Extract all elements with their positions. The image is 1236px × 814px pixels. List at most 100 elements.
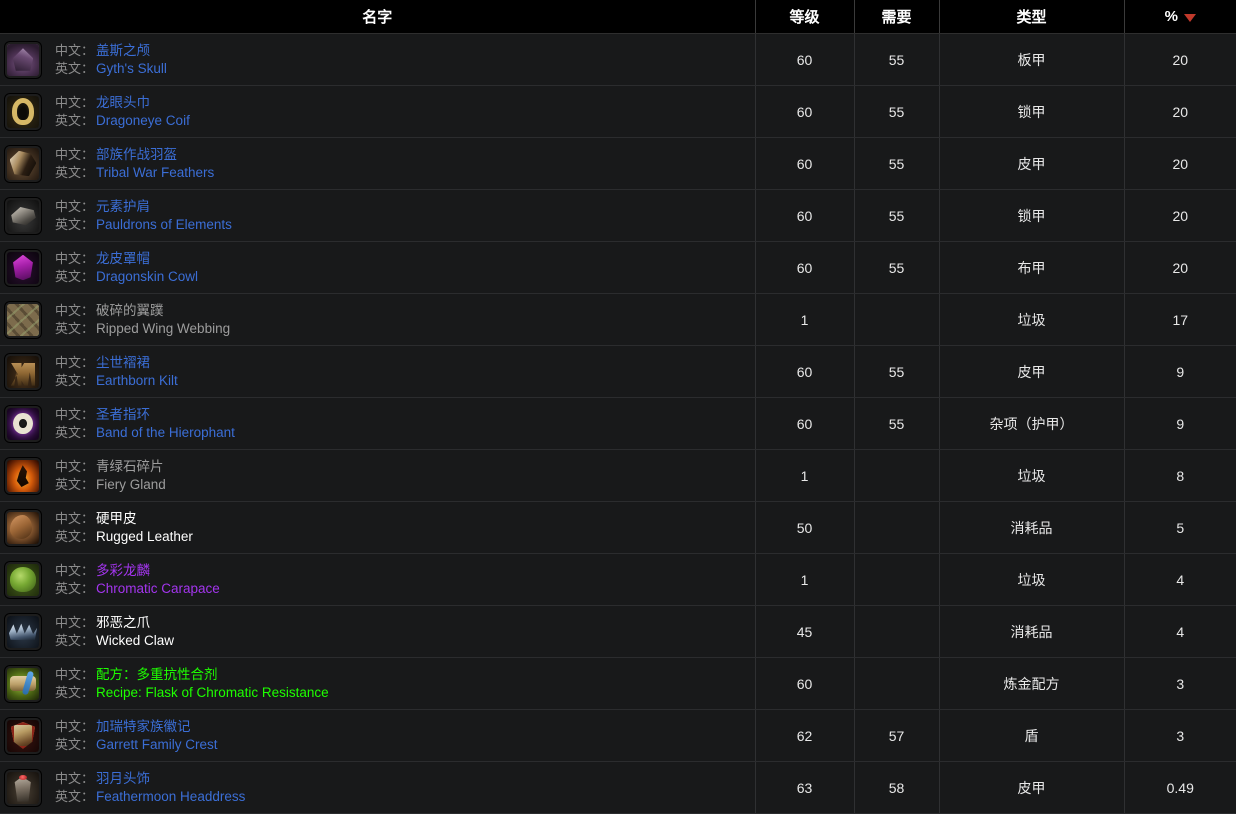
sort-descending-arrow-icon[interactable]: [1183, 13, 1196, 22]
item-name-en[interactable]: Feathermoon Headdress: [96, 789, 245, 804]
table-row[interactable]: 中文： 圣者指环 英文： Band of the Hierophant 60 55 杂项（护…: [0, 397, 1236, 450]
item-name-zh-line: 中文： 盖斯之颅: [55, 42, 167, 60]
table-row[interactable]: 中文： 盖斯之颅 英文： Gyth's Skull 60 55 板甲 20: [0, 33, 1236, 86]
rugged-leather-icon[interactable]: [5, 509, 41, 546]
column-header-level[interactable]: 等级: [755, 0, 855, 34]
table-row[interactable]: 中文： 加瑞特家族徽记 英文： Garrett Family Crest 62 57 盾 3: [0, 709, 1236, 762]
item-name-zh[interactable]: 多彩龙麟: [96, 563, 150, 578]
column-header-percent-label: %: [1164, 8, 1178, 25]
item-name-zh-line: 中文： 羽月头饰: [55, 770, 245, 788]
table-row[interactable]: 中文： 青绿石碎片 英文： Fiery Gland 1 垃圾 8: [0, 449, 1236, 502]
item-name-en[interactable]: Pauldrons of Elements: [96, 217, 232, 232]
column-header-percent[interactable]: %: [1124, 0, 1236, 34]
item-name-zh[interactable]: 元素护肩: [96, 199, 150, 214]
item-name-zh-line: 中文： 龙皮罩帽: [55, 250, 198, 268]
item-name-en[interactable]: Earthborn Kilt: [96, 373, 178, 388]
helm-gyths-skull-icon[interactable]: [5, 41, 41, 78]
helm-dragoneye-coif-icon[interactable]: [5, 93, 41, 130]
shoulder-pauldrons-icon[interactable]: [5, 197, 41, 234]
item-name-zh[interactable]: 尘世褶裙: [96, 355, 150, 370]
item-name-zh[interactable]: 破碎的翼蹼: [96, 303, 164, 318]
table-row[interactable]: 中文： 部族作战羽盔 英文： Tribal War Feathers 60 55 皮甲 20: [0, 137, 1236, 190]
cell-drop-percent: 3: [1124, 709, 1236, 762]
item-entry[interactable]: 中文： 部族作战羽盔 英文： Tribal War Feathers: [0, 145, 755, 182]
table-row[interactable]: 中文： 龙眼头巾 英文： Dragoneye Coif 60 55 锁甲 20: [0, 85, 1236, 138]
item-name-en[interactable]: Tribal War Feathers: [96, 165, 214, 180]
item-entry[interactable]: 中文： 硬甲皮 英文： Rugged Leather: [0, 509, 755, 546]
cell-required-level: [854, 293, 940, 346]
table-row[interactable]: 中文： 破碎的翼蹼 英文： Ripped Wing Webbing 1 垃圾 17: [0, 293, 1236, 346]
cell-item-level: 60: [755, 137, 855, 190]
item-entry[interactable]: 中文： 尘世褶裙 英文： Earthborn Kilt: [0, 353, 755, 390]
item-name-en[interactable]: Dragoneye Coif: [96, 113, 190, 128]
table-row[interactable]: 中文： 配方：多重抗性合剂 英文： Recipe: Flask of Chromati…: [0, 657, 1236, 710]
item-name-en[interactable]: Chromatic Carapace: [96, 581, 220, 596]
cell-required-level: 55: [854, 189, 940, 242]
item-name-zh[interactable]: 配方：多重抗性合剂: [96, 667, 218, 682]
item-name-en[interactable]: Recipe: Flask of Chromatic Resistance: [96, 685, 329, 700]
item-name-en[interactable]: Garrett Family Crest: [96, 737, 218, 752]
column-header-name[interactable]: 名字: [0, 0, 756, 34]
table-row[interactable]: 中文： 龙皮罩帽 英文： Dragonskin Cowl 60 55 布甲 20: [0, 241, 1236, 294]
ring-band-hierophant-icon[interactable]: [5, 405, 41, 442]
ripped-wing-webbing-icon[interactable]: [5, 301, 41, 338]
column-header-type[interactable]: 类型: [939, 0, 1125, 34]
item-name-zh[interactable]: 圣者指环: [96, 407, 150, 422]
chromatic-carapace-icon[interactable]: [5, 561, 41, 598]
item-name-en[interactable]: Dragonskin Cowl: [96, 269, 198, 284]
table-row[interactable]: 中文： 硬甲皮 英文： Rugged Leather 50 消耗品 5: [0, 501, 1236, 554]
item-name-zh[interactable]: 加瑞特家族徽记: [96, 719, 191, 734]
item-entry[interactable]: 中文： 盖斯之颅 英文： Gyth's Skull: [0, 41, 755, 78]
item-name-zh[interactable]: 龙眼头巾: [96, 95, 150, 110]
item-name-zh-line: 中文： 多彩龙麟: [55, 562, 220, 580]
item-entry[interactable]: 中文： 圣者指环 英文： Band of the Hierophant: [0, 405, 755, 442]
table-row[interactable]: 中文： 元素护肩 英文： Pauldrons of Elements 60 55 锁甲 20: [0, 189, 1236, 242]
item-name-text: 中文： 加瑞特家族徽记 英文： Garrett Family Crest: [55, 718, 218, 754]
cell-item-type: 杂项（护甲）: [939, 397, 1125, 450]
item-name-zh[interactable]: 青绿石碎片: [96, 459, 164, 474]
item-entry[interactable]: 中文： 破碎的翼蹼 英文： Ripped Wing Webbing: [0, 301, 755, 338]
item-entry[interactable]: 中文： 龙眼头巾 英文： Dragoneye Coif: [0, 93, 755, 130]
item-entry[interactable]: 中文： 邪恶之爪 英文： Wicked Claw: [0, 613, 755, 650]
cell-item-type: 盾: [939, 709, 1125, 762]
legs-earthborn-kilt-icon[interactable]: [5, 353, 41, 390]
item-entry[interactable]: 中文： 羽月头饰 英文： Feathermoon Headdress: [0, 769, 755, 806]
item-entry[interactable]: 中文： 多彩龙麟 英文： Chromatic Carapace: [0, 561, 755, 598]
item-name-text: 中文： 龙眼头巾 英文： Dragoneye Coif: [55, 94, 190, 130]
item-entry[interactable]: 中文： 元素护肩 英文： Pauldrons of Elements: [0, 197, 755, 234]
item-name-text: 中文： 破碎的翼蹼 英文： Ripped Wing Webbing: [55, 302, 230, 338]
cell-drop-percent: 20: [1124, 189, 1236, 242]
item-name-en-line: 英文： Garrett Family Crest: [55, 736, 218, 754]
table-row[interactable]: 中文： 多彩龙麟 英文： Chromatic Carapace 1 垃圾 4: [0, 553, 1236, 606]
cell-drop-percent: 0.49: [1124, 761, 1236, 814]
item-name-en[interactable]: Ripped Wing Webbing: [96, 321, 230, 336]
table-row[interactable]: 中文： 尘世褶裙 英文： Earthborn Kilt 60 55 皮甲 9: [0, 345, 1236, 398]
label-zh: 中文：: [55, 354, 95, 370]
helm-dragonskin-cowl-icon[interactable]: [5, 249, 41, 286]
shield-garrett-crest-icon[interactable]: [5, 717, 41, 754]
item-name-zh[interactable]: 龙皮罩帽: [96, 251, 150, 266]
helm-tribal-war-feathers-icon[interactable]: [5, 145, 41, 182]
item-name-zh[interactable]: 硬甲皮: [96, 511, 137, 526]
table-row[interactable]: 中文： 羽月头饰 英文： Feathermoon Headdress 63 58 皮甲 0.4…: [0, 761, 1236, 814]
recipe-flask-chromatic-icon[interactable]: [5, 665, 41, 702]
item-entry[interactable]: 中文： 加瑞特家族徽记 英文： Garrett Family Crest: [0, 717, 755, 754]
item-name-zh-line: 中文： 破碎的翼蹼: [55, 302, 230, 320]
fiery-gland-icon[interactable]: [5, 457, 41, 494]
item-entry[interactable]: 中文： 青绿石碎片 英文： Fiery Gland: [0, 457, 755, 494]
item-entry[interactable]: 中文： 龙皮罩帽 英文： Dragonskin Cowl: [0, 249, 755, 286]
item-name-en[interactable]: Gyth's Skull: [96, 61, 167, 76]
item-name-zh[interactable]: 邪恶之爪: [96, 615, 150, 630]
item-name-en[interactable]: Wicked Claw: [96, 633, 174, 648]
table-row[interactable]: 中文： 邪恶之爪 英文： Wicked Claw 45 消耗品 4: [0, 605, 1236, 658]
helm-feathermoon-icon[interactable]: [5, 769, 41, 806]
item-name-en[interactable]: Rugged Leather: [96, 529, 193, 544]
item-name-zh[interactable]: 部族作战羽盔: [96, 147, 177, 162]
item-name-zh[interactable]: 羽月头饰: [96, 771, 150, 786]
item-name-en[interactable]: Fiery Gland: [96, 477, 166, 492]
column-header-required[interactable]: 需要: [854, 0, 940, 34]
item-name-zh[interactable]: 盖斯之颅: [96, 43, 150, 58]
item-entry[interactable]: 中文： 配方：多重抗性合剂 英文： Recipe: Flask of Chromati…: [0, 665, 755, 702]
wicked-claw-icon[interactable]: [5, 613, 41, 650]
item-name-en[interactable]: Band of the Hierophant: [96, 425, 235, 440]
